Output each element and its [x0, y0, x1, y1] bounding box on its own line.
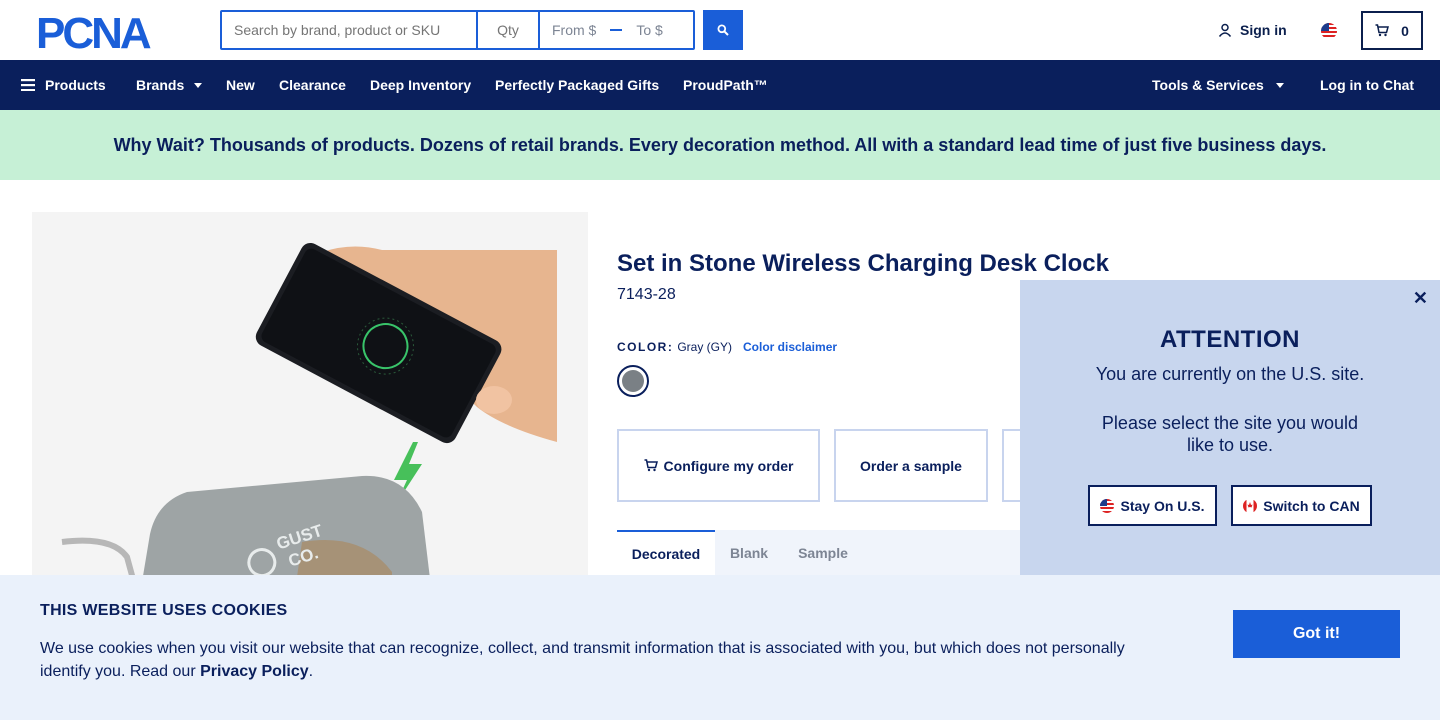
sign-in-label: Sign in [1240, 22, 1287, 38]
product-title: Set in Stone Wireless Charging Desk Cloc… [617, 250, 1109, 277]
quantity-input[interactable] [478, 12, 540, 48]
attention-title: ATTENTION [1159, 326, 1301, 353]
nav-deep-inventory[interactable]: Deep Inventory [370, 60, 471, 110]
cart-icon [1375, 24, 1390, 37]
nav-perfectly-packaged-gifts[interactable]: Perfectly Packaged Gifts [495, 60, 659, 110]
us-flag-icon[interactable] [1321, 23, 1337, 39]
configure-order-button[interactable]: Configure my order [617, 429, 820, 502]
close-icon[interactable]: ✕ [1413, 288, 1428, 309]
privacy-policy-link[interactable]: Privacy Policy [200, 663, 309, 680]
chevron-down-icon [194, 82, 203, 88]
product-photo: GUST CO. [61, 242, 557, 612]
cookie-title: THIS WEBSITE USES COOKIES [40, 602, 288, 619]
nav-new[interactable]: New [226, 60, 255, 110]
site-selector-popup: ✕ ATTENTION You are currently on the U.S… [1020, 280, 1440, 580]
canada-flag-icon [1243, 498, 1258, 513]
stay-on-us-label: Stay On U.S. [1120, 497, 1205, 514]
nav-tools-services[interactable]: Tools & Services [1152, 60, 1284, 110]
search-input[interactable] [222, 12, 478, 48]
tab-sample[interactable]: Sample [783, 530, 863, 575]
search-icon [717, 24, 729, 36]
price-range: From $ To $ [540, 12, 693, 48]
search-bar: From $ To $ [220, 10, 695, 50]
hamburger-menu-icon [21, 79, 35, 91]
pcna-logo[interactable]: PCNA [36, 12, 184, 50]
price-from-input[interactable]: From $ [552, 22, 596, 38]
swatch-fill [622, 370, 644, 392]
cookie-banner: THIS WEBSITE USES COOKIES We use cookies… [0, 575, 1440, 720]
price-range-dash [610, 29, 623, 31]
configure-order-label: Configure my order [663, 457, 794, 474]
color-selector-row: COLOR: Gray (GY) Color disclaimer [617, 340, 837, 354]
attention-message: You are currently on the U.S. site. [1095, 364, 1365, 384]
color-disclaimer-link[interactable]: Color disclaimer [743, 340, 837, 354]
svg-text:PCNA: PCNA [36, 12, 151, 50]
order-sample-label: Order a sample [860, 457, 962, 474]
user-icon [1218, 23, 1232, 37]
nav-products-label: Products [45, 77, 106, 93]
cookie-period: . [308, 663, 314, 680]
search-button[interactable] [703, 10, 743, 50]
color-label: COLOR: [617, 340, 674, 354]
nav-brands[interactable]: Brands [136, 60, 203, 110]
promo-text: Why Wait? Thousands of products. Dozens … [113, 134, 1327, 155]
switch-to-can-label: Switch to CAN [1263, 497, 1360, 514]
product-image[interactable]: GUST CO. [32, 212, 588, 612]
attention-prompt: Please select the site you would like to… [1101, 413, 1359, 455]
site-header: PCNA From $ To $ Sign in [0, 0, 1440, 60]
cookie-message: We use cookies when you visit our websit… [40, 637, 1150, 683]
nav-proudpath[interactable]: ProudPath™ [683, 60, 768, 110]
order-sample-button[interactable]: Order a sample [834, 429, 988, 502]
nav-products[interactable]: Products [21, 60, 106, 110]
nav-tools-label: Tools & Services [1152, 77, 1264, 93]
tab-blank[interactable]: Blank [715, 530, 783, 575]
us-flag-icon [1100, 498, 1115, 513]
product-sku: 7143-28 [617, 286, 676, 303]
price-to-input[interactable]: To $ [636, 22, 662, 38]
nav-clearance[interactable]: Clearance [279, 60, 346, 110]
cart-icon [644, 459, 658, 472]
tab-decorated[interactable]: Decorated [617, 530, 715, 575]
promo-banner: Why Wait? Thousands of products. Dozens … [0, 110, 1440, 180]
nav-brands-label: Brands [136, 77, 185, 93]
stay-on-us-button[interactable]: Stay On U.S. [1088, 485, 1217, 526]
sign-in-link[interactable]: Sign in [1218, 22, 1287, 38]
order-type-tabs: Decorated Blank Sample [617, 530, 1037, 575]
switch-to-can-button[interactable]: Switch to CAN [1231, 485, 1372, 526]
main-navigation: Products Brands New Clearance Deep Inven… [0, 60, 1440, 110]
color-swatch-gray[interactable] [617, 365, 649, 397]
cart-count: 0 [1401, 22, 1409, 39]
cookie-accept-button[interactable]: Got it! [1233, 610, 1400, 658]
color-value: Gray (GY) [677, 340, 732, 354]
login-to-chat-link[interactable]: Log in to Chat [1320, 60, 1414, 110]
cart-button[interactable]: 0 [1361, 11, 1423, 50]
chevron-down-icon [1275, 82, 1284, 88]
